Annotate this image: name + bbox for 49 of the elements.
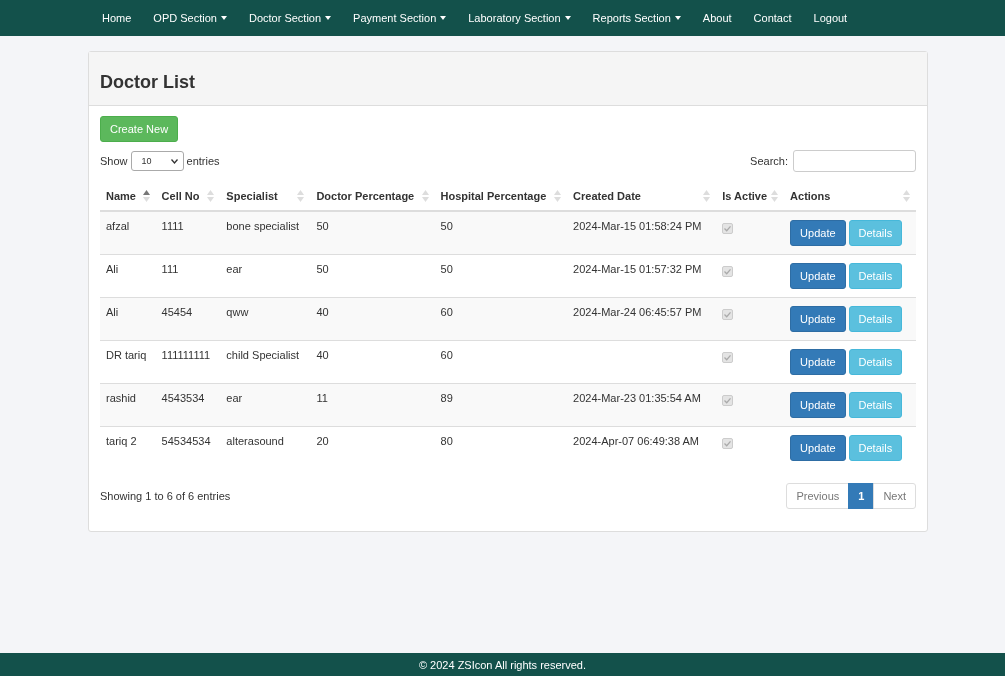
doctor-percentage-cell: 11	[310, 383, 435, 427]
cell-number-cell: 45454	[155, 297, 221, 341]
show-label: Show	[100, 155, 128, 167]
created-date-cell: 2024-Mar-24 06:45:57 PM	[567, 297, 717, 341]
name-cell: rashid	[100, 383, 156, 427]
page-button[interactable]: 1	[848, 483, 875, 509]
nav-link[interactable]: OPD Section	[142, 12, 238, 24]
nav-link[interactable]: Contact	[742, 12, 803, 24]
search-field[interactable]	[793, 150, 916, 172]
created-date-cell: 2024-Mar-15 01:58:24 PM	[567, 211, 717, 255]
doctor-percentage-cell: 20	[310, 426, 435, 469]
update-button[interactable]: Update	[790, 349, 846, 375]
update-button[interactable]: Update	[790, 263, 846, 289]
nav-link[interactable]: Reports Section	[581, 12, 692, 24]
update-button[interactable]: Update	[790, 220, 846, 246]
hospital-percentage-cell: 89	[434, 383, 568, 427]
cell-number-cell: 1111	[155, 211, 221, 255]
nav-link[interactable]: Payment Section	[342, 12, 458, 24]
doctor-percentage-cell: 50	[310, 211, 435, 255]
entries-info: Showing 1 to 6 of 6 entries	[100, 490, 231, 502]
specialist-cell: qww	[220, 297, 311, 341]
created-date-cell: 2024-Mar-23 01:35:54 AM	[567, 383, 717, 427]
hospital-percentage-cell: 80	[434, 426, 568, 469]
hospital-percentage-cell: 50	[434, 211, 568, 255]
update-button[interactable]: Update	[790, 392, 846, 418]
specialist-cell: bone specialist	[220, 211, 311, 255]
copyright-text: © 2024 ZSIcon All rights reserved.	[418, 658, 587, 671]
specialist-cell: ear	[220, 383, 311, 427]
entries-label: entries	[186, 155, 220, 167]
nav-link[interactable]: Laboratory Section	[457, 12, 582, 24]
chevron-down-icon	[170, 158, 178, 164]
nav-link[interactable]: About	[691, 12, 743, 24]
cell-number-cell: 54534534	[155, 426, 221, 469]
search-label: Search:	[750, 155, 788, 167]
nav-link[interactable]: Doctor Section	[237, 12, 343, 24]
cell-number-cell: 4543534	[155, 383, 221, 427]
page-title: Doctor List	[100, 72, 196, 93]
hospital-percentage-cell: 60	[434, 297, 568, 341]
nav-link[interactable]: Home	[91, 12, 143, 24]
name-cell: afzal	[100, 211, 156, 255]
doctor-percentage-cell: 40	[310, 297, 435, 341]
name-cell: Ali	[100, 297, 156, 341]
specialist-cell: alterasound	[220, 426, 311, 469]
update-button[interactable]: Update	[790, 435, 846, 461]
name-cell: tariq 2	[100, 426, 156, 469]
update-button[interactable]: Update	[790, 306, 846, 332]
nav-link[interactable]: Logout	[802, 12, 859, 24]
entries-select[interactable]: 10	[130, 151, 184, 171]
created-date-cell: 2024-Apr-07 06:49:38 AM	[567, 426, 717, 469]
